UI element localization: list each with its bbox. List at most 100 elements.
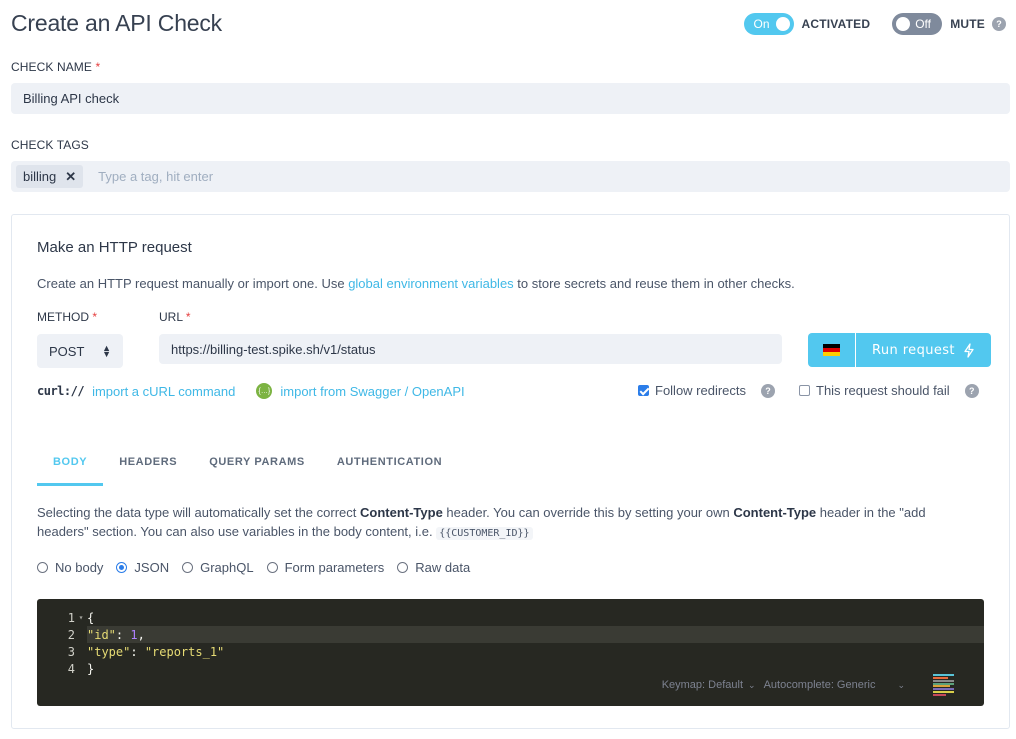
required-mark: * [185, 310, 191, 324]
tab-query-params[interactable]: QUERY PARAMS [193, 448, 321, 486]
fold-toggle-icon[interactable]: ▾ [75, 613, 87, 622]
chevron-down-icon[interactable]: ⌄ [897, 680, 905, 691]
radio-label: No body [55, 560, 104, 575]
radio-label: Raw data [415, 560, 471, 575]
activated-toggle-state: On [753, 17, 770, 31]
editor-footer: Keymap: Default ⌄ Autocomplete: Generic … [662, 674, 954, 696]
run-request-button[interactable]: Run request [856, 333, 991, 367]
json-number: 1 [130, 627, 138, 642]
desc-text: Selecting the data type will automatical… [37, 505, 360, 520]
variable-example: {{CUSTOMER_ID}} [436, 527, 533, 540]
json-sep: : [130, 644, 145, 659]
method-select[interactable]: POST ▲ ▼ [37, 334, 123, 368]
radio-graphql[interactable]: GraphQL [182, 560, 254, 575]
method-value: POST [49, 343, 85, 359]
line-number: 4 [67, 661, 75, 676]
follow-redirects-option: Follow redirects ? [638, 383, 776, 398]
json-comma: , [137, 627, 145, 642]
mute-toggle[interactable]: Off [892, 13, 943, 35]
tag-chip: billing ✕ [16, 165, 84, 188]
global-env-vars-link[interactable]: global environment variables [348, 276, 513, 291]
tag-remove-icon[interactable]: ✕ [65, 169, 76, 185]
desc-bold: Content-Type [733, 505, 817, 520]
radio-no-body[interactable]: No body [37, 560, 103, 575]
json-sep: : [115, 627, 131, 642]
request-tabs: BODY HEADERS QUERY PARAMS AUTHENTICATION [37, 448, 458, 486]
activated-label: ACTIVATED [801, 17, 871, 31]
editor-theme-icon[interactable] [933, 674, 954, 696]
desc-suffix: to store secrets and reuse them in other… [513, 276, 795, 291]
check-tags-label: CHECK TAGS [11, 138, 89, 152]
chevron-down-icon[interactable]: ⌄ [748, 680, 756, 691]
radio-json[interactable]: JSON [116, 560, 169, 575]
location-select-button[interactable] [808, 333, 856, 367]
radio-button[interactable] [266, 562, 278, 573]
desc-text: header. You can override this by setting… [442, 505, 734, 520]
should-fail-help-icon[interactable]: ? [964, 383, 979, 398]
url-label-text: URL [159, 310, 183, 324]
radio-form-parameters[interactable]: Form parameters [266, 560, 385, 575]
should-fail-option: This request should fail ? [799, 383, 979, 398]
body-code-editor[interactable]: 1 ▾ { 2 "id": 1, 3 "type": "reports_1" 4… [37, 599, 984, 706]
tab-authentication[interactable]: AUTHENTICATION [321, 448, 458, 486]
tag-label: billing [23, 169, 57, 184]
tab-headers[interactable]: HEADERS [103, 448, 193, 486]
radio-raw-data[interactable]: Raw data [397, 560, 470, 575]
tab-body[interactable]: BODY [37, 448, 104, 486]
line-number: 2 [67, 627, 75, 642]
code-text: "id": 1, [87, 626, 984, 643]
page-title: Create an API Check [11, 10, 222, 36]
check-tags-input[interactable]: billing ✕ Type a tag, hit enter [11, 161, 1010, 192]
tag-input-placeholder[interactable]: Type a tag, hit enter [98, 169, 213, 184]
code-line: 3 "type": "reports_1" [37, 643, 984, 660]
required-mark: * [92, 310, 98, 324]
mute-label: MUTE [950, 17, 985, 31]
code-text: { [87, 610, 95, 625]
mute-help-icon[interactable]: ? [992, 17, 1006, 31]
radio-button[interactable] [116, 562, 128, 573]
run-request-label: Run request [872, 342, 955, 358]
curl-logo-icon: curl:// [37, 384, 85, 398]
json-key: "type" [87, 644, 131, 659]
toggle-knob [896, 17, 911, 31]
body-type-radios: No body JSON GraphQL Form parameters Raw… [37, 560, 483, 575]
json-string: "reports_1" [144, 644, 225, 659]
check-name-label-text: CHECK NAME [11, 60, 93, 74]
swagger-icon: {…} [256, 383, 273, 399]
json-key: "id" [87, 627, 116, 642]
toggle-knob [775, 17, 790, 31]
code-line: 2 "id": 1, [37, 626, 984, 643]
import-curl-link[interactable]: import a cURL command [92, 384, 235, 399]
url-label: URL * [159, 310, 191, 324]
radio-label: Form parameters [284, 560, 385, 575]
run-request-group: Run request [808, 333, 991, 367]
follow-redirects-checkbox[interactable] [638, 385, 649, 396]
radio-button[interactable] [397, 562, 409, 573]
keymap-select[interactable]: Keymap: Default [662, 679, 743, 691]
radio-button[interactable] [182, 562, 194, 573]
radio-button[interactable] [37, 562, 48, 573]
should-fail-checkbox[interactable] [799, 385, 810, 396]
code-text: "type": "reports_1" [87, 643, 984, 660]
desc-bold: Content-Type [360, 505, 443, 520]
radio-label: JSON [134, 560, 170, 575]
follow-redirects-label[interactable]: Follow redirects [655, 383, 746, 398]
panel-title: Make an HTTP request [37, 239, 192, 256]
mute-toggle-state: Off [915, 17, 931, 31]
url-input[interactable]: https://billing-test.spike.sh/v1/status [159, 334, 782, 364]
should-fail-label[interactable]: This request should fail [816, 383, 950, 398]
code-line: 1 ▾ { [37, 609, 984, 626]
check-name-input[interactable]: Billing API check [11, 83, 1010, 114]
lightning-icon [964, 342, 974, 358]
activated-toggle[interactable]: On [743, 13, 794, 35]
desc-prefix: Create an HTTP request manually or impor… [37, 276, 349, 291]
method-label: METHOD * [37, 310, 97, 324]
body-description: Selecting the data type will automatical… [37, 503, 977, 543]
import-links: curl:// import a cURL command {…} import… [37, 383, 465, 399]
check-name-label: CHECK NAME * [11, 60, 100, 74]
import-swagger-link[interactable]: import from Swagger / OpenAPI [280, 384, 464, 399]
method-label-text: METHOD [37, 310, 89, 324]
follow-redirects-help-icon[interactable]: ? [761, 383, 776, 398]
autocomplete-select[interactable]: Autocomplete: Generic [764, 679, 876, 691]
panel-description: Create an HTTP request manually or impor… [37, 276, 795, 291]
